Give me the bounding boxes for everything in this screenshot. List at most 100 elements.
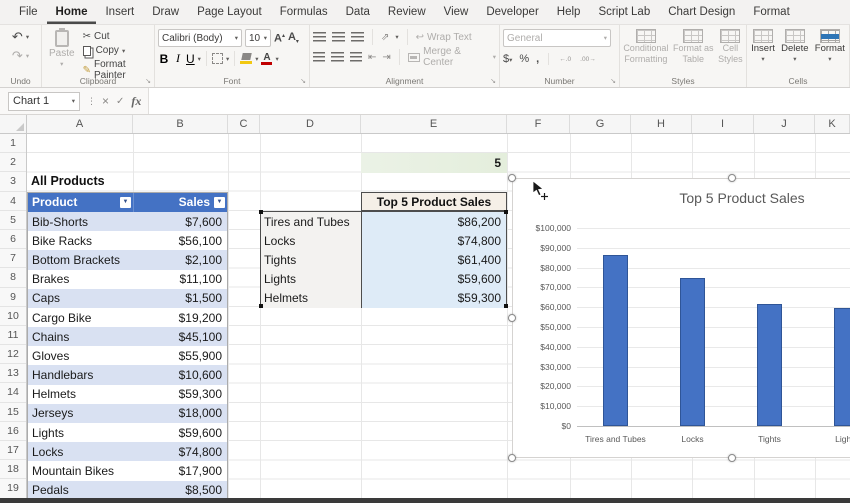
font-name-select[interactable]: Calibri (Body)▾ [158, 29, 242, 47]
column-header-D[interactable]: D [260, 115, 361, 133]
tab-script-lab[interactable]: Script Lab [589, 0, 659, 24]
chart-resize-handle-bottom[interactable] [728, 454, 736, 462]
redo-button[interactable]: ↷▾ [12, 48, 29, 64]
product-name-cell[interactable]: Caps [28, 291, 134, 305]
product-sales-cell[interactable]: $18,000 [134, 406, 227, 420]
row-header-15[interactable]: 15 [0, 403, 26, 422]
number-format-select[interactable]: General▾ [503, 29, 611, 47]
filter-dropdown-icon[interactable]: ▼ [120, 197, 131, 208]
top5-name-cell[interactable]: Tights [261, 250, 361, 269]
chart[interactable]: Top 5 Product Sales $0$10,000$20,000$30,… [512, 178, 850, 458]
product-name-cell[interactable]: Lights [28, 426, 134, 440]
row-header-7[interactable]: 7 [0, 249, 26, 268]
column-header-B[interactable]: B [133, 115, 228, 133]
format-as-table-button[interactable]: Format as Table [673, 29, 714, 64]
row-header-11[interactable]: 11 [0, 326, 26, 345]
align-left-button[interactable] [313, 52, 325, 62]
column-header-H[interactable]: H [631, 115, 692, 133]
insert-cells-button[interactable]: Insert ▾ [751, 29, 775, 64]
chart-bar[interactable] [834, 308, 850, 426]
number-dialog-launcher[interactable]: ↘ [610, 77, 616, 85]
row-header-1[interactable]: 1 [0, 134, 26, 153]
top5-sales-cell[interactable]: $86,200 [361, 212, 506, 231]
chart-bar[interactable] [757, 304, 782, 426]
column-header-E[interactable]: E [361, 115, 507, 133]
column-header-I[interactable]: I [692, 115, 754, 133]
enter-check-icon[interactable]: ✓ [116, 96, 124, 107]
column-header-A[interactable]: A [27, 115, 133, 133]
product-name-cell[interactable]: Gloves [28, 349, 134, 363]
chart-bar[interactable] [603, 255, 628, 426]
shrink-font-button[interactable]: A▾ [288, 31, 299, 45]
tab-draw[interactable]: Draw [143, 0, 188, 24]
row-header-8[interactable]: 8 [0, 268, 26, 287]
product-sales-cell[interactable]: $59,300 [134, 387, 227, 401]
product-sales-cell[interactable]: $74,800 [134, 445, 227, 459]
tab-formulas[interactable]: Formulas [271, 0, 337, 24]
product-sales-cell[interactable]: $56,100 [134, 234, 227, 248]
product-sales-cell[interactable]: $17,900 [134, 464, 227, 478]
fill-color-button[interactable] [240, 53, 252, 64]
middle-align-button[interactable] [332, 32, 345, 42]
orientation-button[interactable]: ⇗ [381, 32, 389, 43]
font-dialog-launcher[interactable]: ↘ [300, 77, 306, 85]
row-header-2[interactable]: 2 [0, 153, 26, 172]
merge-center-button[interactable]: Merge & Center▾ [408, 46, 496, 68]
cancel-icon[interactable]: × [102, 94, 109, 108]
cut-button[interactable]: ✂Cut [83, 31, 151, 42]
product-sales-cell[interactable]: $11,100 [134, 272, 227, 286]
row-header-17[interactable]: 17 [0, 441, 26, 460]
insert-function-icon[interactable]: fx [131, 94, 141, 109]
paste-button[interactable]: Paste ▾ [45, 29, 79, 69]
tab-format[interactable]: Format [744, 0, 798, 24]
chart-resize-handle-bottom-left[interactable] [508, 454, 516, 462]
top5-name-cell[interactable]: Tires and Tubes [261, 212, 361, 231]
product-name-cell[interactable]: Bike Racks [28, 234, 134, 248]
tab-data[interactable]: Data [337, 0, 379, 24]
top5-sales-cell[interactable]: $59,300 [361, 289, 506, 308]
filter-dropdown-icon[interactable]: ▼ [214, 197, 225, 208]
bottom-align-button[interactable] [351, 32, 364, 42]
all-products-label[interactable]: All Products [31, 174, 105, 188]
top-align-button[interactable] [313, 32, 326, 42]
product-name-cell[interactable]: Chains [28, 330, 134, 344]
product-name-cell[interactable]: Bottom Brackets [28, 253, 134, 267]
product-name-cell[interactable]: Mountain Bikes [28, 464, 134, 478]
column-header-G[interactable]: G [570, 115, 631, 133]
row-header-16[interactable]: 16 [0, 422, 26, 441]
accounting-format-button[interactable]: $▾ [503, 53, 512, 65]
chart-resize-handle-left[interactable] [508, 314, 516, 322]
increase-indent-button[interactable]: ⇥ [382, 52, 390, 63]
row-header-12[interactable]: 12 [0, 345, 26, 364]
tab-view[interactable]: View [435, 0, 478, 24]
chart-resize-handle-top[interactable] [728, 174, 736, 182]
chart-bar[interactable] [680, 278, 705, 426]
column-header-C[interactable]: C [228, 115, 260, 133]
tab-help[interactable]: Help [548, 0, 590, 24]
product-sales-cell[interactable]: $55,900 [134, 349, 227, 363]
top5-name-cell[interactable]: Helmets [261, 289, 361, 308]
tab-review[interactable]: Review [379, 0, 435, 24]
row-header-10[interactable]: 10 [0, 307, 26, 326]
percent-style-button[interactable]: % [519, 53, 529, 65]
row-header-9[interactable]: 9 [0, 288, 26, 307]
format-cells-button[interactable]: Format ▾ [815, 29, 845, 64]
align-center-button[interactable] [331, 52, 343, 62]
increase-decimal-button[interactable]: ←.0 [558, 55, 572, 64]
select-all-corner[interactable] [0, 115, 27, 134]
tab-insert[interactable]: Insert [96, 0, 143, 24]
top5-title-cell[interactable]: Top 5 Product Sales [361, 192, 507, 211]
product-sales-cell[interactable]: $7,600 [134, 215, 227, 229]
product-name-cell[interactable]: Locks [28, 445, 134, 459]
name-box[interactable]: Chart 1▾ [8, 92, 80, 111]
underline-button[interactable]: U [186, 52, 195, 66]
align-right-button[interactable] [350, 52, 362, 62]
top5-sales-cell[interactable]: $59,600 [361, 270, 506, 289]
top5-name-cell[interactable]: Locks [261, 231, 361, 250]
row-header-3[interactable]: 3 [0, 172, 26, 191]
bold-button[interactable]: B [158, 52, 170, 66]
cell-e2-input[interactable]: 5 [361, 153, 507, 172]
product-name-cell[interactable]: Pedals [28, 483, 134, 497]
tab-chart-design[interactable]: Chart Design [659, 0, 744, 24]
product-sales-cell[interactable]: $2,100 [134, 253, 227, 267]
